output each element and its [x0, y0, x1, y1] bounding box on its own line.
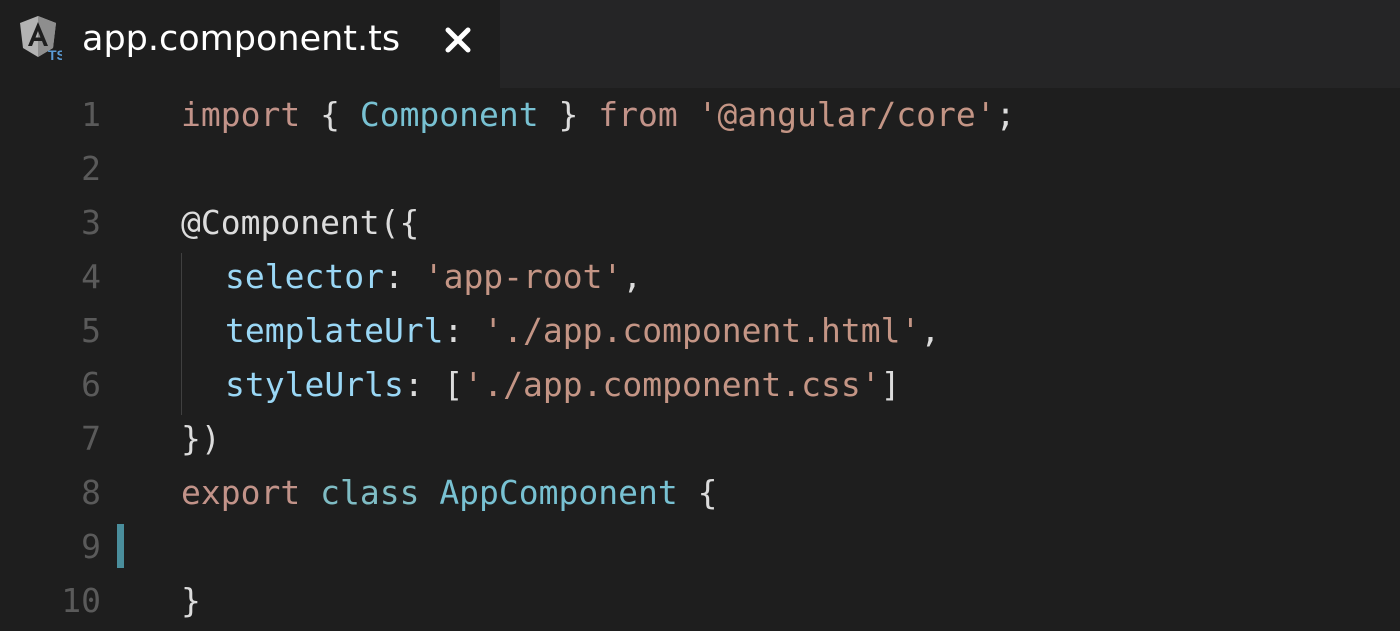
punctuation-token: } [538, 95, 599, 134]
keyword-token: from [598, 95, 678, 134]
angular-typescript-icon: TS [20, 16, 62, 62]
line-number: 6 [81, 365, 101, 404]
code-line[interactable]: 10 } [0, 574, 1400, 628]
string-token: 'app-root' [423, 257, 623, 296]
code-line[interactable]: 9 [0, 520, 1400, 574]
code-text: }) [181, 412, 221, 466]
code-line[interactable]: 4 selector: 'app-root', [0, 250, 1400, 304]
line-number: 2 [81, 149, 101, 188]
code-text: } [181, 574, 201, 628]
code-line[interactable]: 2 [0, 142, 1400, 196]
code-line[interactable]: 7 }) [0, 412, 1400, 466]
property-token: styleUrls [225, 365, 404, 404]
keyword-token: import [181, 95, 301, 134]
code-text: @Component({ [181, 196, 419, 250]
punctuation-token: }) [181, 419, 221, 458]
code-text: export class AppComponent { [181, 466, 717, 520]
code-line[interactable]: 5 templateUrl: './app.component.html', [0, 304, 1400, 358]
line-number: 5 [81, 311, 101, 350]
code-text: selector: 'app-root', [225, 250, 642, 304]
punctuation-token [300, 473, 320, 512]
string-token: './app.component.html' [483, 311, 921, 350]
identifier-token: Component [359, 95, 539, 134]
line-number: 9 [81, 527, 101, 566]
property-token: selector [225, 257, 384, 296]
code-line[interactable]: 6 styleUrls: ['./app.component.css'] [0, 358, 1400, 412]
line-number: 8 [81, 473, 101, 512]
code-text: templateUrl: './app.component.html', [225, 304, 940, 358]
class-name-token: AppComponent [439, 473, 678, 512]
string-token: './app.component.css' [463, 365, 881, 404]
close-icon[interactable] [443, 25, 473, 55]
code-editor-window: TS app.component.ts 1 import { Component… [0, 0, 1400, 631]
code-line[interactable]: 3 @Component({ [0, 196, 1400, 250]
property-token: templateUrl [225, 311, 444, 350]
punctuation-token [678, 95, 698, 134]
punctuation-token: } [181, 581, 201, 620]
punctuation-token: ] [880, 365, 901, 404]
keyword-token: export [181, 473, 301, 512]
punctuation-token: ; [995, 95, 1016, 134]
punctuation-token: : [443, 311, 484, 350]
punctuation-token [419, 473, 439, 512]
editor-area[interactable]: 1 import { Component } from '@angular/co… [0, 88, 1400, 631]
code-line[interactable]: 8 export class AppComponent { [0, 466, 1400, 520]
punctuation-token: : [ [403, 365, 464, 404]
code-text: import { Component } from '@angular/core… [181, 88, 1016, 142]
keyword-token: class [320, 473, 420, 512]
code-text: styleUrls: ['./app.component.css'] [225, 358, 901, 412]
line-number: 10 [61, 581, 101, 620]
punctuation-token: : [383, 257, 424, 296]
tab-app-component-ts[interactable]: TS app.component.ts [0, 0, 500, 88]
punctuation-token: , [920, 311, 941, 350]
line-number: 4 [81, 257, 101, 296]
punctuation-token: { [677, 473, 718, 512]
line-number: 1 [81, 95, 101, 134]
punctuation-token: , [622, 257, 643, 296]
svg-text:TS: TS [48, 47, 62, 62]
tab-bar: TS app.component.ts [0, 0, 1400, 88]
line-number: 7 [81, 419, 101, 458]
line-number: 3 [81, 203, 101, 242]
punctuation-token: { [300, 95, 360, 134]
tab-title: app.component.ts [82, 19, 401, 59]
code-line[interactable]: 1 import { Component } from '@angular/co… [0, 88, 1400, 142]
string-token: '@angular/core' [697, 95, 996, 134]
decorator-token: @Component({ [181, 203, 420, 242]
